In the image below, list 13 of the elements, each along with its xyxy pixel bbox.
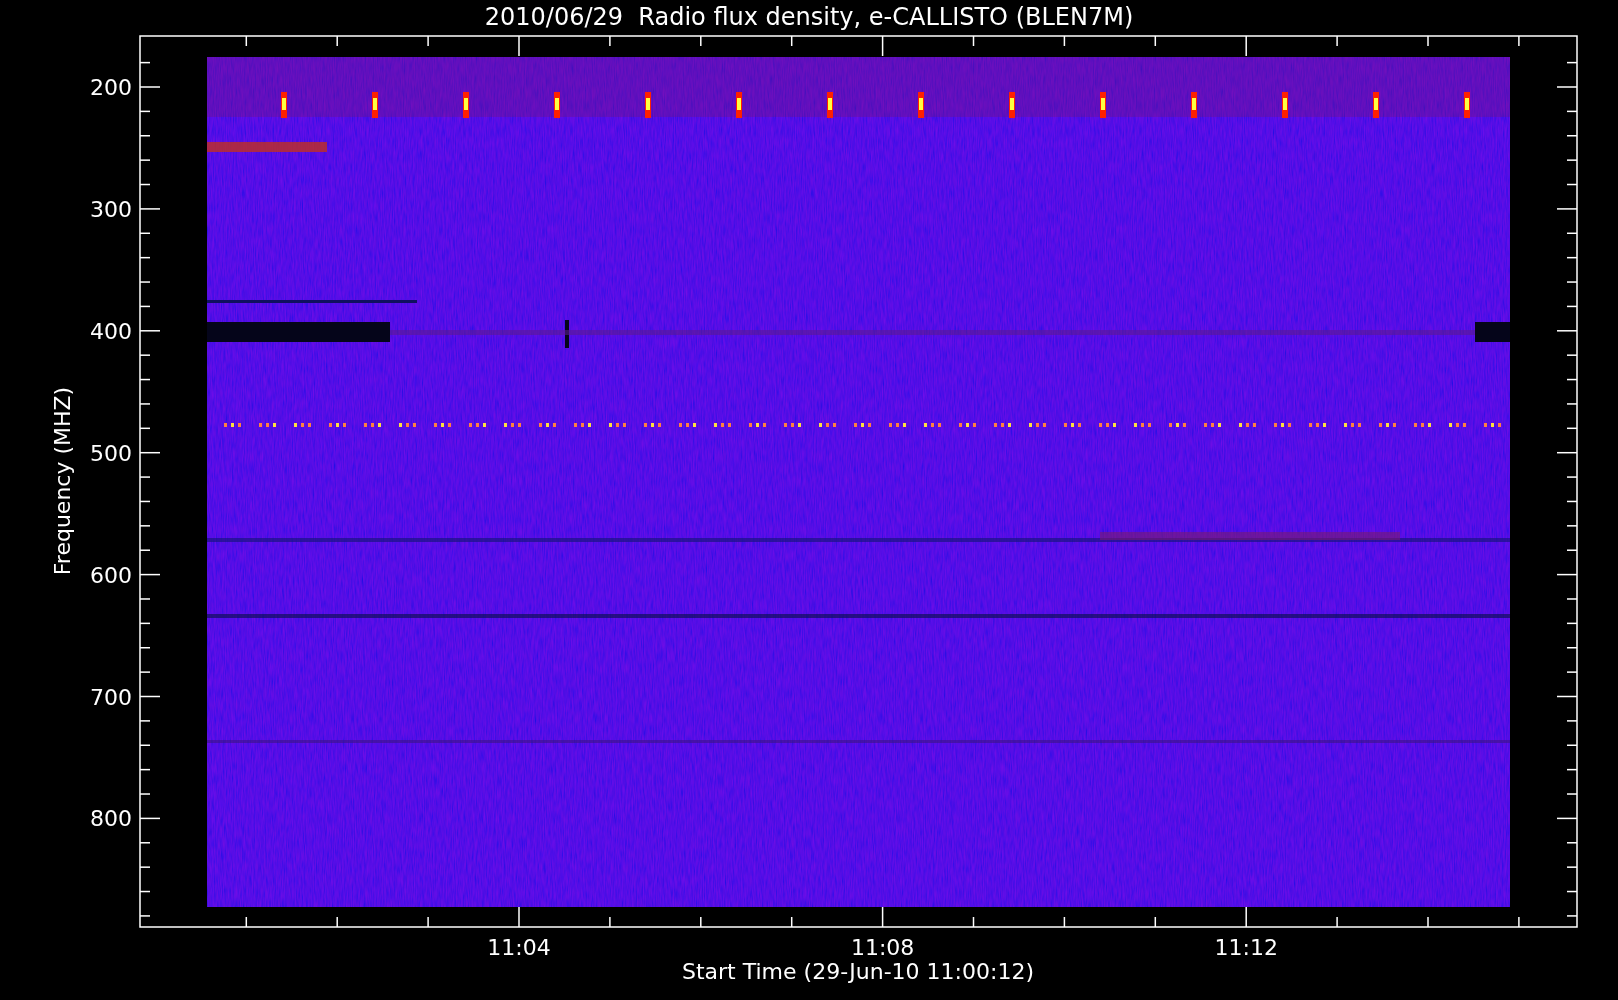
y-tick-label: 800: [90, 806, 132, 832]
y-tick-label: 500: [90, 440, 132, 466]
y-tick-label: 600: [90, 562, 132, 588]
y-tick-label: 700: [90, 684, 132, 710]
y-tick-label: 400: [90, 318, 132, 344]
x-axis-label: Start Time (29-Jun-10 11:00:12): [682, 959, 1034, 984]
y-tick-label: 200: [90, 75, 132, 100]
x-tick-label: 11:04: [487, 935, 551, 960]
chart-title: 2010/06/29 Radio flux density, e-CALLISTO (BLEN7M): [484, 3, 1134, 31]
y-tick-label: 300: [90, 196, 132, 222]
x-tick-label: 11:08: [850, 935, 915, 960]
y-axis-label: Frequency (MHZ): [50, 386, 75, 576]
x-tick-label: 11:12: [1214, 935, 1278, 960]
